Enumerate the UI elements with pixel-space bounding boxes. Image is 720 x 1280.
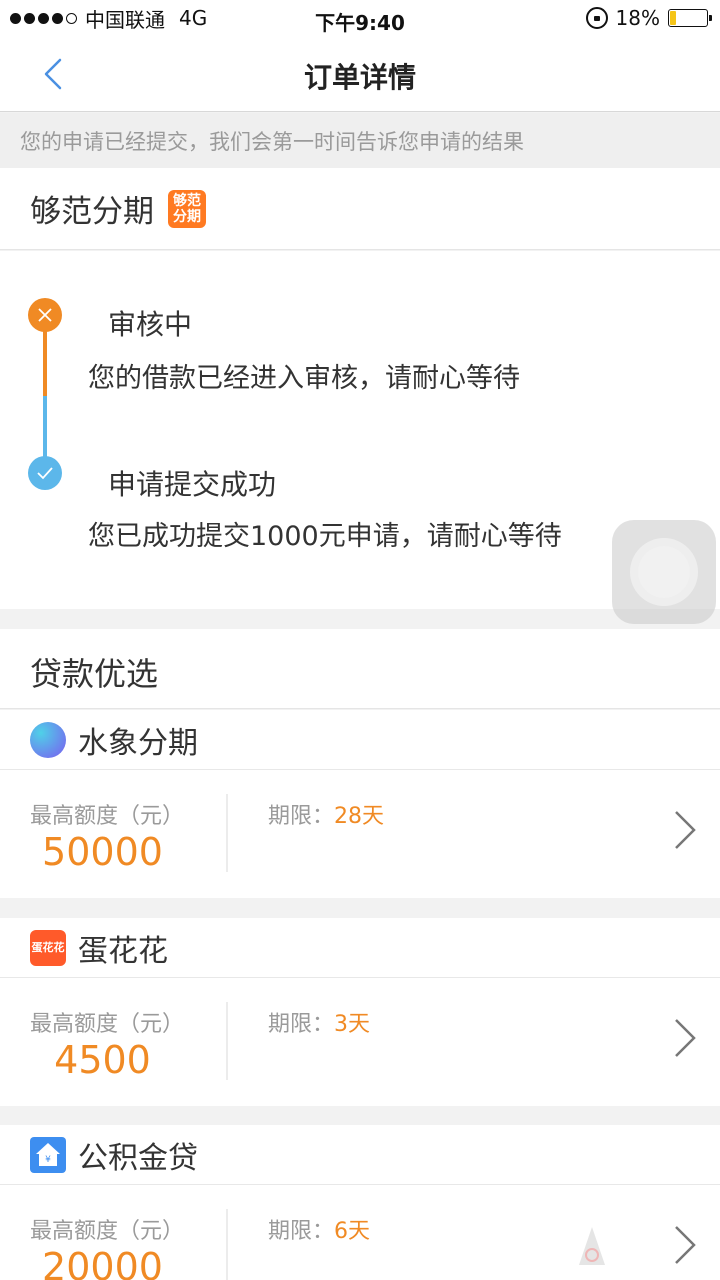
page-title: 订单详情	[303, 61, 416, 94]
close-icon	[28, 298, 62, 332]
svg-text:¥: ¥	[45, 1155, 51, 1165]
notice-banner: 您的申请已经提交，我们会第一时间告诉您申请的结果	[0, 113, 720, 168]
timeline-desc-submitted: 您已成功提交1000元申请，请耐心等待	[88, 521, 562, 552]
amount-label: 最高额度（元）	[30, 804, 185, 829]
term-label: 期限：3天	[268, 1012, 371, 1037]
loan-detail-row[interactable]: 最高额度（元） 4500 期限：3天	[0, 978, 720, 1106]
signal-icon	[10, 12, 77, 24]
battery-icon	[668, 9, 712, 27]
status-bar: 中国联通 4G 下午9:40 18%	[0, 0, 720, 36]
amount-value: 50000	[42, 830, 163, 874]
divider	[226, 1209, 228, 1280]
provider-logo-text-bottom: 分期	[173, 208, 201, 225]
back-chevron-icon[interactable]	[40, 56, 76, 92]
check-icon	[28, 456, 62, 490]
timeline-title-reviewing: 审核中	[108, 308, 193, 341]
loan-name: 水象分期	[78, 725, 198, 761]
battery-percent: 18%	[615, 6, 660, 30]
nav-bar: 订单详情	[0, 36, 720, 112]
carrier-label: 中国联通	[85, 7, 165, 32]
amount-value: 4500	[54, 1038, 151, 1082]
chevron-right-icon[interactable]	[668, 808, 702, 852]
amount-value: 20000	[42, 1245, 163, 1280]
provider-logo-text-top: 够范	[173, 192, 201, 209]
egg-icon: 蛋花花	[30, 929, 66, 966]
chevron-right-icon[interactable]	[668, 1223, 702, 1267]
divider	[226, 794, 228, 872]
term-value: 6天	[334, 1219, 371, 1244]
battery-level	[670, 11, 677, 25]
term-label: 期限：6天	[268, 1219, 371, 1244]
loan-card: ¥ 公积金贷 最高额度（元） 20000 期限：6天	[0, 1125, 720, 1280]
assistive-touch-button[interactable]	[612, 520, 716, 624]
timeline-line-blue	[43, 396, 47, 461]
loan-card: 蛋花花 蛋花花 最高额度（元） 4500 期限：3天	[0, 918, 720, 1106]
amount-label: 最高额度（元）	[30, 1012, 185, 1037]
network-label: 4G	[179, 6, 208, 30]
divider	[226, 1002, 228, 1080]
timeline-title-submitted: 申请提交成功	[108, 468, 277, 501]
loan-detail-row[interactable]: 最高额度（元） 50000 期限：28天	[0, 770, 720, 898]
term-value: 28天	[334, 804, 385, 829]
amount-label: 最高额度（元）	[30, 1219, 185, 1244]
term-value: 3天	[334, 1012, 371, 1037]
rotation-lock-icon	[585, 7, 608, 29]
loan-name: 公积金贷	[78, 1140, 198, 1176]
chevron-right-icon[interactable]	[668, 1016, 702, 1060]
watermark-logo-icon	[579, 1227, 605, 1265]
loans-section-title: 贷款优选	[0, 629, 720, 709]
loan-detail-row[interactable]: 最高额度（元） 20000 期限：6天	[0, 1185, 720, 1280]
provider-logo: 够范 分期	[168, 189, 206, 228]
term-label: 期限：28天	[268, 804, 385, 829]
timeline-line-orange	[43, 331, 47, 396]
timeline-desc-reviewing: 您的借款已经进入审核，请耐心等待	[88, 363, 520, 394]
provider-header: 够范分期 够范 分期	[0, 168, 720, 250]
loan-card: 水象分期 最高额度（元） 50000 期限：28天	[0, 710, 720, 898]
provider-name: 够范分期	[30, 194, 154, 230]
house-icon: ¥	[30, 1136, 66, 1173]
loan-name: 蛋花花	[78, 933, 168, 969]
water-icon	[30, 721, 66, 758]
